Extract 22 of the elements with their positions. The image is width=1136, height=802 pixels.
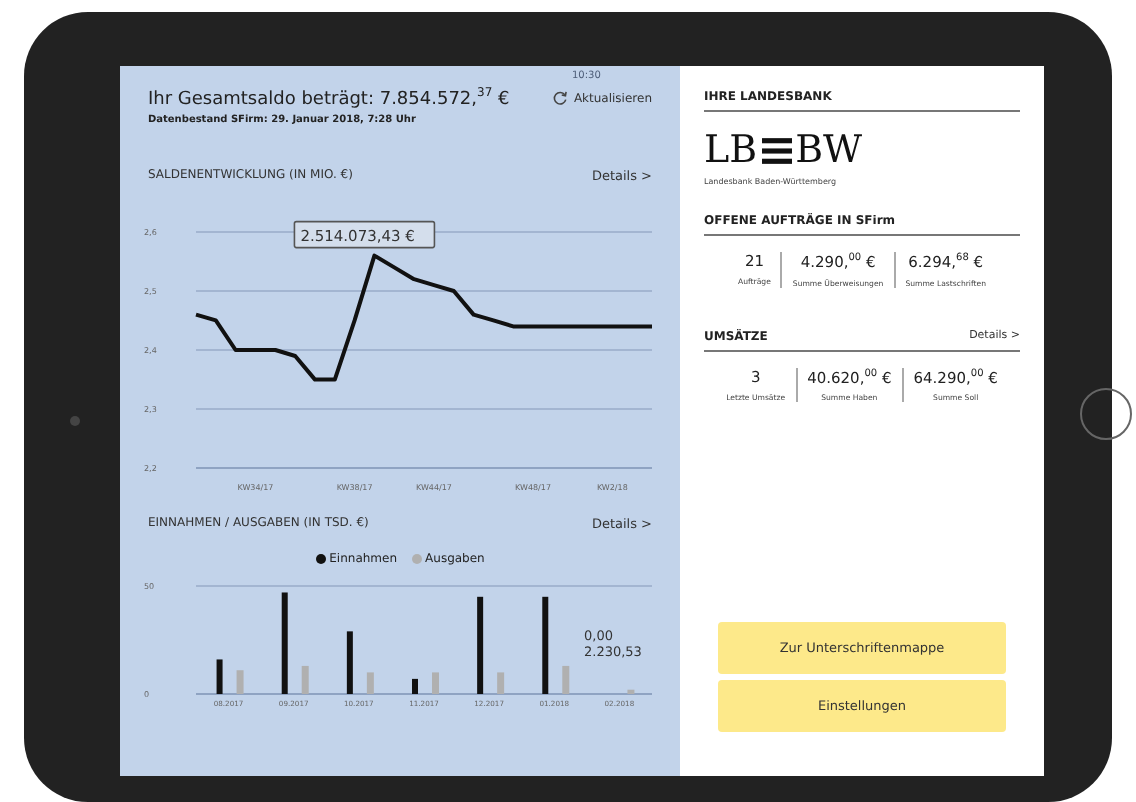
balance-title: Ihr Gesamtsaldo beträgt: 7.854.572,$^{37}$ € bbox=[148, 86, 510, 110]
income-bar bbox=[477, 596, 484, 694]
expense-bar bbox=[432, 672, 439, 694]
logo-bars-icon bbox=[761, 138, 792, 164]
income-bar bbox=[281, 592, 288, 694]
expense-bar bbox=[562, 665, 570, 694]
income-bar bbox=[542, 596, 549, 694]
camera-icon bbox=[70, 416, 80, 426]
expense-bar bbox=[366, 672, 374, 694]
legend-dot bbox=[411, 554, 422, 564]
expense-bar bbox=[236, 670, 244, 694]
logo-text: LB bbox=[704, 132, 758, 170]
expense-bar bbox=[497, 672, 505, 694]
logo-text: BW bbox=[795, 132, 863, 170]
home-button[interactable] bbox=[1080, 388, 1132, 440]
income-bar bbox=[412, 678, 418, 694]
income-bar bbox=[346, 631, 353, 694]
income-bar bbox=[216, 659, 223, 694]
expense-bar bbox=[627, 689, 635, 694]
refresh-icon bbox=[551, 90, 568, 106]
expense-bar bbox=[301, 665, 309, 694]
legend-dot bbox=[315, 554, 326, 564]
